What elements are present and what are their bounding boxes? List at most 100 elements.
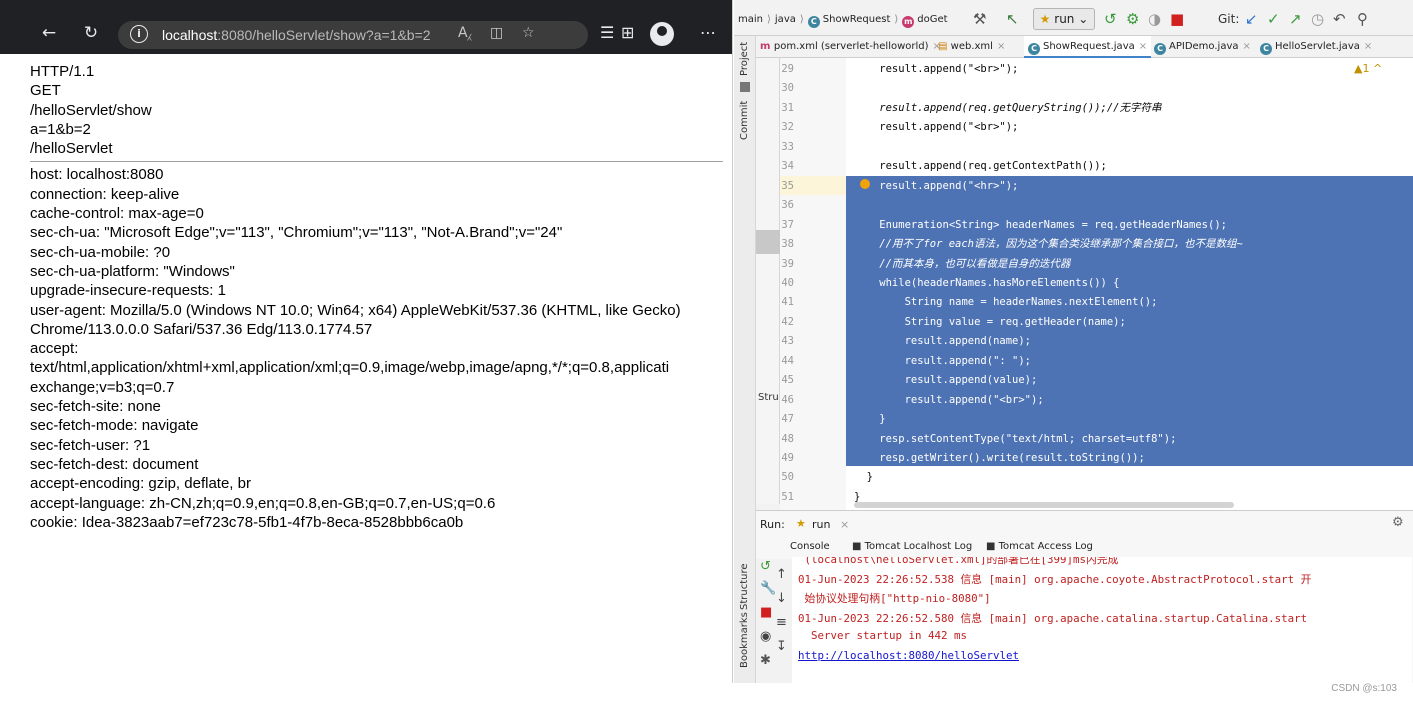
code-text: result.append(name);	[854, 335, 1032, 348]
browser-toolbar: ← ↻ i localhost:8080/helloServlet/show?a…	[0, 0, 732, 54]
line-number: 42	[781, 315, 794, 328]
header-line: Chrome/113.0.0.0 Safari/537.36 Edg/113.0…	[30, 320, 373, 338]
rollback-icon[interactable]: ↶	[1333, 10, 1346, 28]
back-nav-icon[interactable]: ↖	[1006, 10, 1019, 28]
request-line: /helloServlet	[30, 140, 113, 158]
console-output[interactable]: (localhost\helloServlet.xml]的部署已在[399]ms…	[792, 557, 1412, 683]
horizontal-scrollbar[interactable]	[854, 502, 1234, 508]
console-line: Server startup in 442 ms	[798, 629, 968, 642]
tab-0[interactable]: m pom.xml (serverlet-helloworld) ×	[756, 36, 945, 58]
tab-1[interactable]: ▤ web.xml ×	[934, 36, 1009, 58]
console-line: 01-Jun-2023 22:26:52.538 信息 [main] org.a…	[798, 572, 1312, 586]
soft-wrap-icon[interactable]: ≡	[776, 615, 787, 630]
profile-avatar-icon[interactable]	[650, 22, 674, 46]
line-number: 34	[781, 160, 794, 173]
left-toolstrip: Project Commit Structure Bookmarks	[734, 36, 756, 683]
console-line: (localhost\helloServlet.xml]的部署已在[399]ms…	[798, 557, 1119, 566]
code-line: 38 //用不了for each语法，因为这个集合类没继承那个集合接口，也不是数…	[780, 235, 1413, 254]
code-text: Enumeration<String> headerNames = req.ge…	[854, 218, 1227, 231]
chevron-down-icon: ⌄	[1078, 12, 1089, 26]
refresh-icon[interactable]: ↻	[80, 22, 102, 44]
structure-pane: Stru	[756, 54, 780, 504]
tab-2[interactable]: C ShowRequest.java ×	[1024, 36, 1152, 58]
gear-icon[interactable]: ⚙	[1392, 515, 1404, 530]
tab-label: ShowRequest.java	[1043, 41, 1135, 52]
close-icon[interactable]: ×	[997, 41, 1005, 52]
camera-icon[interactable]: ◉	[760, 629, 771, 644]
run-subtab[interactable]: ■ Tomcat Localhost Log	[852, 541, 972, 552]
rerun-icon[interactable]: ↺	[760, 559, 771, 574]
git-label: Git:	[1218, 12, 1240, 26]
line-number: 50	[781, 471, 794, 484]
code-line: 29 result.append("<br>");	[780, 60, 1413, 79]
browser-window: ← ↻ i localhost:8080/helloServlet/show?a…	[0, 0, 733, 683]
rerun-icon[interactable]: ↺	[1104, 10, 1117, 28]
back-arrow-icon[interactable]: ←	[38, 22, 60, 44]
code-line: 39 //而其本身，也可以看做是自身的迭代器	[780, 255, 1413, 274]
git-update-icon[interactable]: ↙	[1245, 10, 1258, 28]
page-content: HTTP/1.1 GET/helloServlet/show a=1&b=2/hel…	[30, 62, 732, 532]
run-subtab-label: Tomcat Access Log	[998, 541, 1093, 552]
crumb-class[interactable]: ShowRequest	[823, 14, 891, 25]
info-icon[interactable]: i	[130, 25, 148, 43]
pin-icon[interactable]: ✱	[760, 653, 771, 668]
code-line: 44 result.append(": ");	[780, 352, 1413, 371]
favorite-star-icon[interactable]: ☆	[522, 25, 535, 41]
line-number: 40	[781, 276, 794, 289]
more-menu-icon[interactable]: ⋯	[700, 23, 716, 42]
close-icon[interactable]: ×	[840, 518, 849, 531]
tab-4[interactable]: C HelloServlet.java ×	[1256, 36, 1376, 58]
url-text[interactable]: localhost:8080/helloServlet/show?a=1&b=2	[162, 27, 431, 43]
console-link[interactable]: http://localhost:8080/helloServlet	[798, 649, 1019, 662]
code-text: result.append("<br>");	[854, 63, 1019, 75]
code-editor[interactable]: 29 result.append("<br>"); 30 31 result.app…	[780, 58, 1413, 510]
code-text: result.append(": ");	[854, 354, 1032, 367]
crumb-main[interactable]: main	[738, 14, 763, 25]
favorites-list-icon[interactable]: ☰	[600, 23, 614, 42]
close-icon[interactable]: ×	[1139, 41, 1147, 52]
tab-3[interactable]: C APIDemo.java ×	[1150, 36, 1255, 58]
coverage-icon[interactable]: ◑	[1148, 10, 1161, 28]
history-icon[interactable]: ◷	[1311, 10, 1324, 28]
run-config-dropdown[interactable]: ★ run ⌄	[1033, 8, 1095, 30]
request-info: HTTP/1.1 GET/helloServlet/show a=1&b=2/hel…	[30, 62, 732, 158]
up-arrow-icon[interactable]: ↑	[776, 567, 787, 582]
git-commit-icon[interactable]: ✓	[1267, 10, 1280, 28]
commit-tool-tab[interactable]: Commit	[739, 101, 750, 140]
bookmarks-tool-tab[interactable]: Bookmarks	[739, 612, 750, 668]
line-number: 49	[781, 452, 794, 464]
build-icon[interactable]: ⚒	[973, 10, 986, 28]
close-icon[interactable]: ×	[1243, 41, 1251, 52]
code-text: result.append("<br>");	[854, 121, 1019, 134]
structure-tool-tab[interactable]: Structure	[739, 563, 750, 610]
code-line: 33	[780, 138, 1413, 157]
request-line: HTTP/1.1	[30, 63, 95, 80]
run-subtabs: Console ■ Tomcat Localhost Log ■ Tomcat Ac…	[756, 537, 1413, 559]
code-line: 34 result.append(req.getContextPath());	[780, 157, 1413, 176]
down-arrow-icon[interactable]: ↓	[776, 591, 787, 606]
run-subtab[interactable]: ■ Tomcat Access Log	[986, 541, 1093, 552]
header-line: user-agent: Mozilla/5.0 (Windows NT 10.0…	[30, 301, 681, 319]
search-icon[interactable]: ⚲	[1357, 10, 1368, 28]
read-aloud-icon[interactable]: A⁁	[458, 25, 471, 41]
collections-icon[interactable]: ⊞	[621, 23, 634, 42]
code-text: }	[854, 471, 873, 484]
crumb-method[interactable]: doGet	[917, 14, 947, 25]
warning-indicator[interactable]: ▲1 ^	[1354, 62, 1382, 75]
close-icon[interactable]: ×	[1364, 41, 1372, 52]
wrench-icon[interactable]: 🔧	[760, 581, 776, 596]
run-subtab[interactable]: Console	[790, 541, 830, 552]
crumb-java[interactable]: java	[775, 14, 796, 25]
class-icon: C	[1028, 43, 1040, 55]
pane-scroll-thumb[interactable]	[756, 230, 780, 254]
project-tool-tab[interactable]: Project	[739, 42, 750, 76]
split-screen-icon[interactable]: ◫	[490, 25, 503, 41]
stop-icon[interactable]: ■	[1170, 10, 1184, 28]
run-tab-label[interactable]: run	[812, 518, 830, 531]
scroll-to-end-icon[interactable]: ↧	[776, 639, 787, 654]
debug-icon[interactable]: ⚙	[1126, 10, 1139, 28]
address-bar[interactable]: i localhost:8080/helloServlet/show?a=1&b…	[118, 21, 588, 49]
git-push-icon[interactable]: ↗	[1289, 10, 1302, 28]
header-line: exchange;v=b3;q=0.7	[30, 378, 175, 396]
stop-icon[interactable]: ■	[760, 605, 772, 620]
